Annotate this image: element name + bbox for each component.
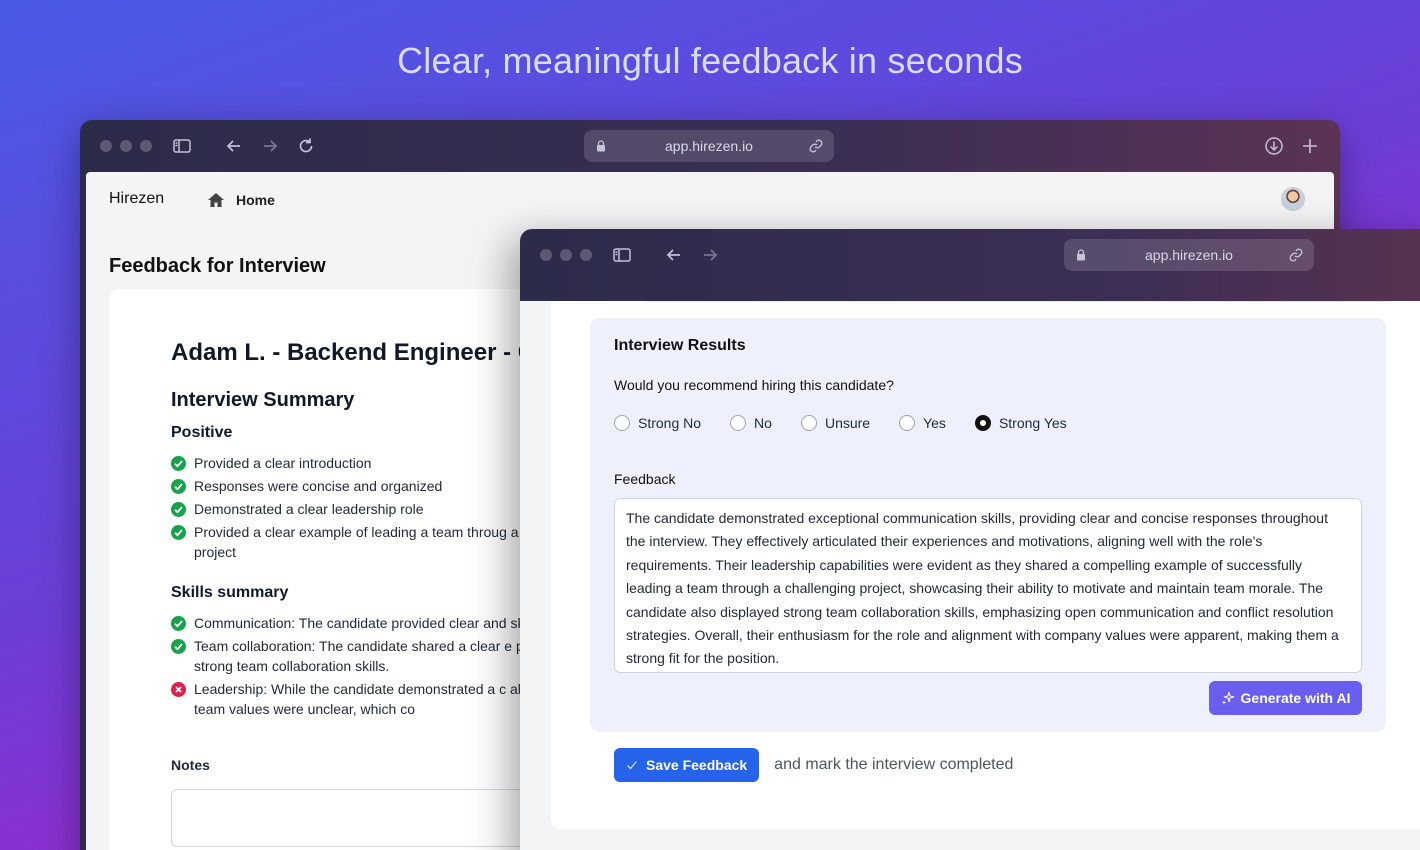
home-icon	[208, 193, 224, 207]
radio-label: Unsure	[824, 415, 871, 431]
radio-no[interactable]: No	[730, 415, 772, 431]
link-icon[interactable]	[808, 138, 824, 154]
minimize-dot[interactable]	[560, 249, 572, 261]
recommend-question: Would you recommend hiring this candidat…	[614, 377, 894, 393]
sidebar-toggle-icon[interactable]	[172, 136, 192, 156]
check-circle-icon	[171, 456, 186, 471]
radio-label: Yes	[923, 415, 946, 431]
download-icon[interactable]	[1264, 136, 1284, 156]
save-row: Save Feedback and mark the interview com…	[614, 748, 1013, 782]
check-circle-icon	[171, 479, 186, 494]
candidate-title: Adam L. - Backend Engineer - C	[171, 339, 536, 366]
link-icon[interactable]	[1288, 247, 1304, 263]
radio-circle[interactable]	[614, 415, 630, 431]
browser-window-front: app.hirezen.io Interview Results Would y…	[520, 229, 1420, 850]
sparkle-icon	[1221, 691, 1234, 705]
close-dot[interactable]	[540, 249, 552, 261]
feedback-textarea[interactable]: The candidate demonstrated exceptional c…	[614, 498, 1362, 673]
browser-toolbar: app.hirezen.io	[520, 229, 1420, 281]
close-dot[interactable]	[100, 140, 112, 152]
radio-strong-no[interactable]: Strong No	[614, 415, 701, 431]
interview-results-panel: Interview Results Would you recommend hi…	[590, 318, 1386, 732]
radio-circle[interactable]	[800, 415, 817, 431]
radio-strong-yes[interactable]: Strong Yes	[974, 415, 1067, 431]
generate-with-ai-button[interactable]: Generate with AI	[1209, 681, 1362, 715]
save-feedback-button[interactable]: Save Feedback	[614, 748, 760, 782]
nav-home-link[interactable]: Home	[206, 190, 275, 210]
app-brand[interactable]: Hirezen	[109, 190, 164, 208]
browser-toolbar: app.hirezen.io	[80, 120, 1340, 172]
nav-home-label: Home	[236, 192, 275, 208]
window-controls	[100, 140, 152, 152]
radio-circle[interactable]	[730, 415, 747, 431]
check-icon	[627, 761, 637, 770]
hero-title: Clear, meaningful feedback in seconds	[397, 40, 1023, 81]
radio-circle-selected[interactable]	[974, 415, 991, 431]
radio-circle[interactable]	[899, 415, 916, 431]
skills-summary-title: Skills summary	[171, 584, 289, 601]
lock-icon	[1077, 249, 1085, 261]
radio-unsure[interactable]: Unsure	[800, 415, 871, 431]
feedback-card: Interview Results Would you recommend hi…	[551, 301, 1420, 829]
page-title: Feedback for Interview	[109, 255, 326, 277]
positive-title: Positive	[171, 424, 233, 441]
check-circle-icon	[171, 502, 186, 517]
address-bar[interactable]: app.hirezen.io	[1064, 239, 1314, 271]
check-circle-icon	[171, 639, 186, 654]
back-arrow-icon[interactable]	[224, 136, 244, 156]
x-circle-icon	[171, 682, 186, 697]
radio-label: Strong No	[638, 415, 702, 431]
check-circle-icon	[171, 616, 186, 631]
interview-summary-title: Interview Summary	[171, 389, 355, 411]
positive-item-text: Provided a clear introduction	[194, 455, 372, 471]
positive-item-text: Demonstrated a clear leadership role	[194, 501, 424, 517]
generate-label: Generate with AI	[1240, 690, 1351, 706]
feedback-label: Feedback	[614, 471, 676, 487]
forward-arrow-icon[interactable]	[260, 136, 280, 156]
save-note: and mark the interview completed	[774, 756, 1014, 773]
radio-label: Strong Yes	[998, 415, 1067, 431]
app-page: Interview Results Would you recommend hi…	[520, 301, 1420, 850]
save-label: Save Feedback	[646, 757, 748, 773]
minimize-dot[interactable]	[120, 140, 132, 152]
new-tab-icon[interactable]	[1300, 136, 1320, 156]
user-avatar[interactable]	[1281, 187, 1305, 211]
notes-label: Notes	[171, 757, 210, 773]
window-controls	[540, 249, 592, 261]
positive-item-text: Responses were concise and organized	[194, 478, 443, 494]
skill-item-text: Communication: The candidate provided cl…	[194, 615, 545, 631]
radio-yes[interactable]: Yes	[899, 415, 946, 431]
address-url: app.hirezen.io	[1145, 247, 1233, 263]
recommendation-radio-group: Strong No No Unsure Yes Strong Yes	[614, 415, 1096, 431]
sidebar-toggle-icon[interactable]	[612, 245, 632, 265]
back-arrow-icon[interactable]	[664, 245, 684, 265]
forward-arrow-icon[interactable]	[700, 245, 720, 265]
results-title: Interview Results	[614, 337, 746, 354]
reload-icon[interactable]	[296, 136, 316, 156]
address-bar[interactable]: app.hirezen.io	[584, 130, 834, 162]
maximize-dot[interactable]	[580, 249, 592, 261]
address-url: app.hirezen.io	[665, 138, 753, 154]
radio-label: No	[754, 415, 772, 431]
check-circle-icon	[171, 525, 186, 540]
divider	[646, 301, 1391, 302]
lock-icon	[597, 140, 605, 152]
maximize-dot[interactable]	[140, 140, 152, 152]
